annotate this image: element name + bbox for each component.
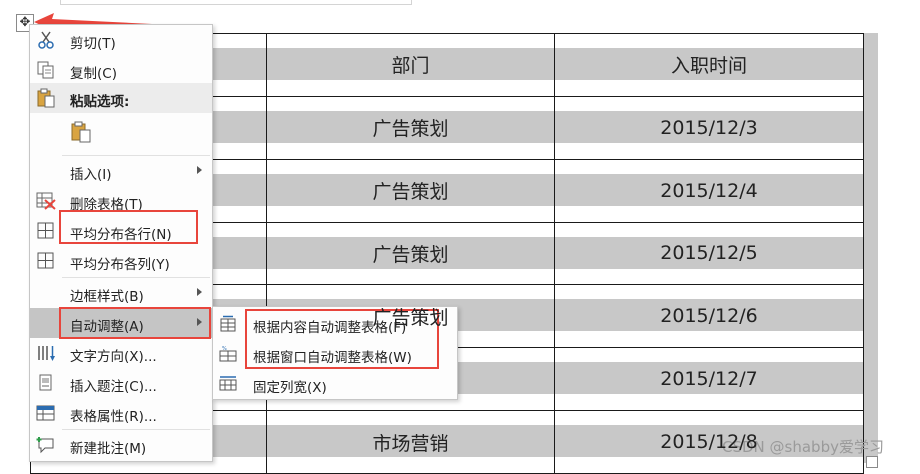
- menu-item-table-properties[interactable]: 表格属性(R)...: [30, 398, 212, 428]
- distribute-columns-icon: [37, 252, 54, 269]
- table-cell[interactable]: 2015/12/4: [554, 158, 864, 223]
- menu-item-label: 边框样式(B): [70, 289, 144, 305]
- table-cell[interactable]: 2015/12/7: [554, 347, 864, 412]
- distribute-rows-icon: [37, 222, 54, 239]
- highlight-box-distribute-rows: [59, 210, 198, 244]
- menu-item-label: 新建批注(M): [70, 441, 147, 457]
- table-cell[interactable]: 广告策划: [266, 95, 555, 160]
- delete-table-icon: [36, 192, 56, 210]
- caption-icon: [39, 374, 52, 391]
- table-cell[interactable]: 广告策划: [266, 158, 555, 223]
- autofit-contents-icon: [220, 315, 236, 332]
- menu-item-cut[interactable]: 剪切(T): [30, 25, 212, 55]
- menu-item-label: 插入(I): [70, 167, 112, 183]
- paste-keep-formatting-icon[interactable]: [70, 121, 92, 143]
- menu-item-new-comment[interactable]: 新建批注(M): [30, 430, 212, 460]
- text-direction-icon: [38, 346, 55, 361]
- menu-item-insert[interactable]: 插入(I): [30, 156, 212, 186]
- menu-item-label: 平均分布各列(Y): [70, 257, 170, 273]
- menu-item-distribute-columns[interactable]: 平均分布各列(Y): [30, 246, 212, 276]
- table-cell[interactable]: 市场营销: [266, 410, 555, 474]
- document-header-field: [60, 0, 412, 5]
- table-cell[interactable]: 2015/12/6: [554, 284, 864, 349]
- menu-item-label: 文字方向(X)...: [70, 349, 157, 365]
- new-comment-icon: [36, 437, 54, 454]
- table-cell[interactable]: 2015/12/3: [554, 95, 864, 160]
- menu-item-text-direction[interactable]: 文字方向(X)...: [30, 338, 212, 368]
- menu-item-border-styles[interactable]: 边框样式(B): [30, 278, 212, 308]
- table-edge-shading: [864, 33, 878, 463]
- table-header-cell[interactable]: 部门: [266, 33, 555, 97]
- table-properties-icon: [36, 405, 55, 421]
- table-header-cell[interactable]: 入职时间: [554, 33, 864, 97]
- menu-item-label: 插入题注(C)...: [70, 379, 157, 395]
- menu-item-insert-caption[interactable]: 插入题注(C)...: [30, 368, 212, 398]
- paste-options-label: 粘贴选项:: [70, 94, 130, 110]
- autofit-window-icon: %: [219, 346, 237, 362]
- menu-item-label: 剪切(T): [70, 36, 116, 52]
- submenu-item-fixed-width[interactable]: 固定列宽(X): [213, 369, 457, 399]
- menu-item-label: 表格属性(R)...: [70, 409, 157, 425]
- fixed-column-width-icon: [219, 376, 237, 391]
- copy-icon: [37, 61, 54, 79]
- table-cell[interactable]: 2015/12/5: [554, 221, 864, 286]
- paste-options-header: 粘贴选项:: [30, 83, 212, 113]
- svg-text:%: %: [222, 346, 227, 352]
- table-resize-handle[interactable]: [866, 456, 878, 468]
- highlight-box-autofit: [59, 307, 211, 339]
- submenu-item-label: 固定列宽(X): [253, 380, 327, 396]
- scissors-icon: [38, 31, 54, 49]
- submenu-arrow-icon: [197, 288, 202, 296]
- table-cell[interactable]: 广告策划: [266, 221, 555, 286]
- menu-item-label: 复制(C): [70, 66, 117, 82]
- submenu-arrow-icon: [197, 166, 202, 174]
- menu-item-copy[interactable]: 复制(C): [30, 55, 212, 85]
- clipboard-icon: [37, 88, 55, 108]
